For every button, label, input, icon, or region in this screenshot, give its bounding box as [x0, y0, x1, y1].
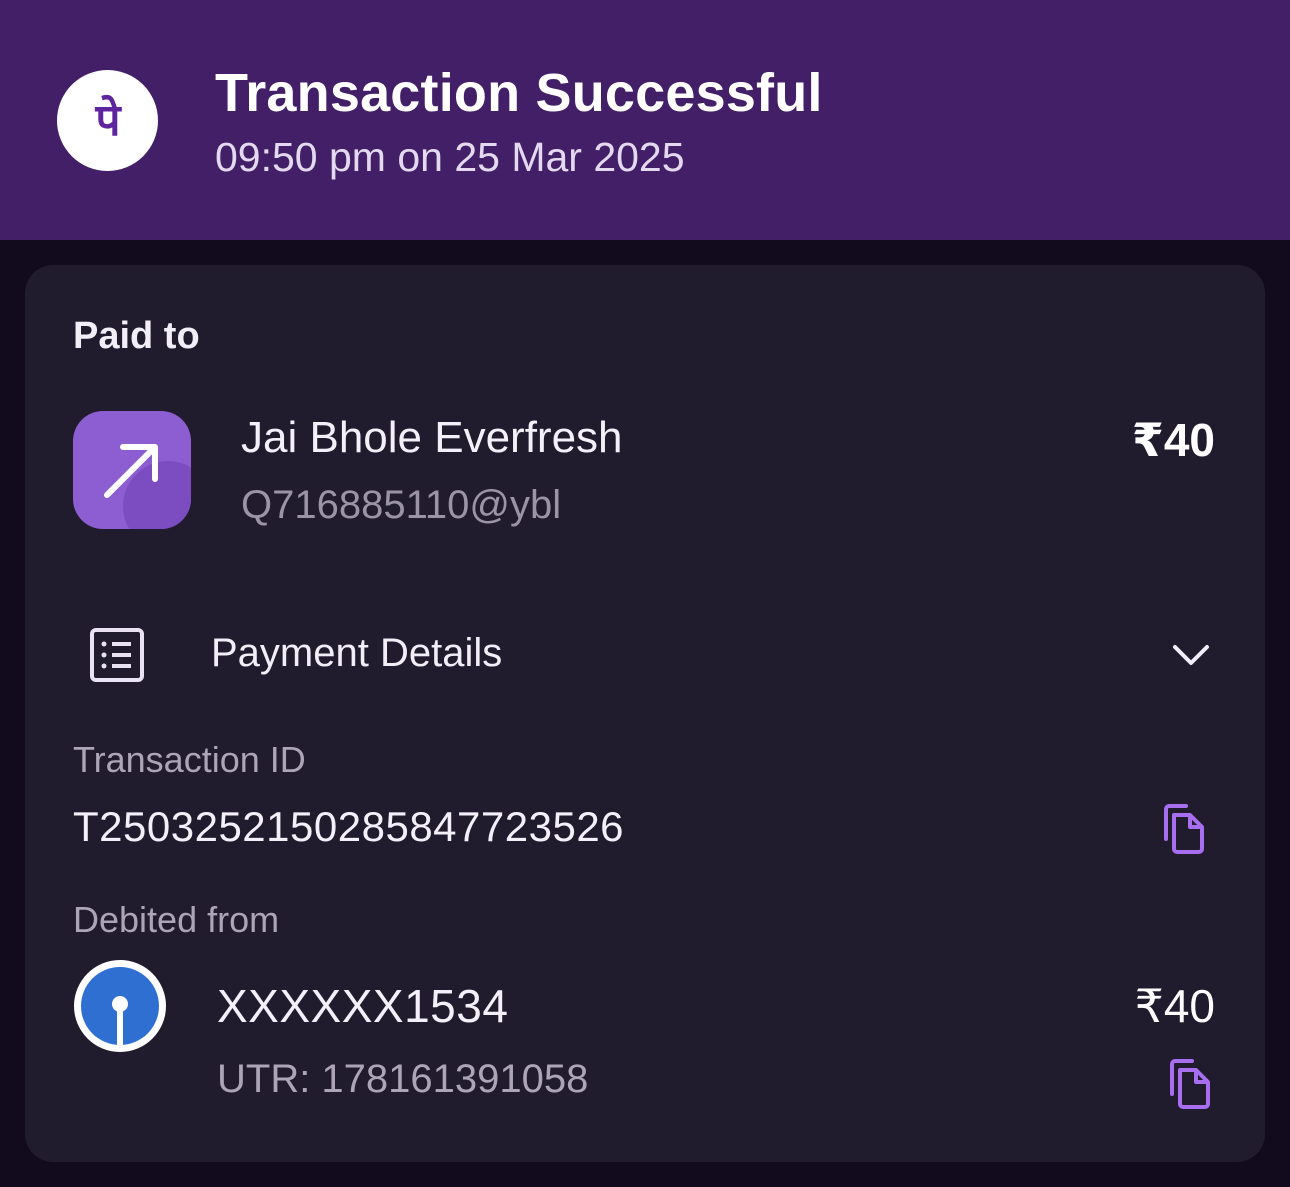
- copy-transaction-id-icon[interactable]: [1160, 803, 1208, 855]
- payment-details-toggle[interactable]: Payment Details: [73, 605, 1223, 705]
- header-bar: पे Transaction Successful 09:50 pm on 25…: [0, 0, 1290, 240]
- transaction-id-value: T2503252150285847723526: [73, 803, 625, 850]
- transaction-card: Paid to Jai Bhole Everfresh Q716885110@y…: [25, 265, 1265, 1162]
- phonepe-logo-icon: पे: [57, 70, 158, 171]
- copy-utr-icon[interactable]: [1166, 1058, 1214, 1110]
- payee-upi-id: Q716885110@ybl: [241, 483, 562, 527]
- paid-amount: ₹40: [1131, 414, 1215, 466]
- arrow-glyph: [104, 444, 158, 498]
- debit-account-number: XXXXXX1534: [217, 980, 509, 1032]
- transaction-id-label: Transaction ID: [73, 739, 306, 780]
- payee-name: Jai Bhole Everfresh: [241, 413, 623, 462]
- paid-to-label: Paid to: [73, 315, 200, 357]
- debited-from-label: Debited from: [73, 899, 280, 940]
- receipt-icon: [90, 628, 144, 682]
- page-title: Transaction Successful: [215, 63, 823, 123]
- phonepe-logo-glyph: पे: [94, 94, 122, 146]
- bank-logo-icon: [74, 960, 166, 1052]
- transaction-datetime: 09:50 pm on 25 Mar 2025: [215, 134, 685, 180]
- chevron-down-icon[interactable]: [1171, 635, 1211, 675]
- debit-amount: ₹40: [1134, 980, 1215, 1032]
- utr-number: UTR: 178161391058: [217, 1057, 589, 1101]
- payment-details-label: Payment Details: [211, 631, 503, 675]
- arrow-up-right-icon: [73, 411, 191, 529]
- svg-text:पे: पे: [94, 94, 122, 146]
